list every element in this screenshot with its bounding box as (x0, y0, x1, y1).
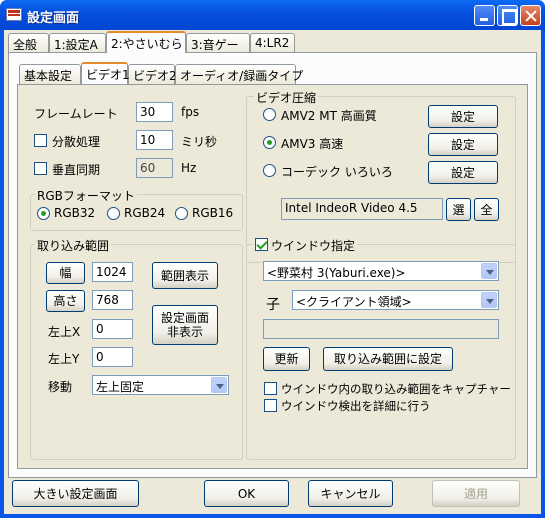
cancel-button[interactable]: キャンセル (308, 480, 393, 507)
update-button[interactable]: 更新 (263, 347, 310, 371)
rgb16-label: RGB16 (192, 206, 234, 220)
dispersion-input[interactable]: 10 (136, 130, 173, 150)
rgb24-radio[interactable] (107, 207, 120, 220)
rgb24-label: RGB24 (124, 206, 166, 220)
video-compress-title: ビデオ圧縮 (254, 89, 319, 106)
codec-all-button[interactable]: 全 (474, 198, 499, 221)
settings-window: 設定画面 全般 1:設定A 2:やさいむら 3:音ゲー 4:LR2 基本設定 ビ… (0, 0, 545, 518)
rgb32-radio[interactable] (37, 207, 50, 220)
show-range-button[interactable]: 範囲表示 (152, 262, 218, 289)
framerate-unit: fps (181, 105, 200, 119)
detail-detect-label: ウインドウ検出を詳細に行う (281, 399, 431, 413)
tab-lr2[interactable]: 4:LR2 (250, 33, 295, 53)
height-input[interactable]: 768 (92, 290, 133, 310)
outer-tab-panel: 基本設定 ビデオ1 ビデオ2 オーディオ/録画タイプ フレームレート 30 fp… (8, 52, 537, 478)
move-label: 移動 (48, 380, 73, 394)
chevron-down-icon[interactable] (211, 377, 227, 393)
chevron-down-icon[interactable] (481, 263, 497, 279)
width-button[interactable]: 幅 (46, 262, 85, 284)
tab-basic[interactable]: 基本設定 (19, 64, 81, 84)
codec-name-field: Intel IndeoR Video 4.5 (281, 198, 443, 220)
window-combo-value: <野菜村 3(Yaburi.exe)> (267, 266, 406, 280)
child-combo[interactable]: <クライアント領域> (292, 290, 499, 310)
left-x-label: 左上X (48, 325, 81, 339)
vsync-checkbox[interactable] (34, 162, 47, 175)
top-tabs: 全般 1:設定A 2:やさいむら 3:音ゲー 4:LR2 (8, 31, 308, 53)
close-button[interactable] (520, 5, 541, 26)
amv2-label: AMV2 MT 高画質 (281, 109, 377, 123)
dispersion-label: 分散処理 (52, 135, 101, 149)
vsync-unit: Hz (181, 161, 197, 175)
codec-setting-button[interactable]: 設定 (428, 161, 498, 184)
vsync-label: 垂直同期 (52, 163, 101, 177)
tab-video1[interactable]: ビデオ1 (81, 62, 130, 84)
hide-settings-line1: 設定画面 (160, 311, 209, 325)
amv2-setting-button[interactable]: 設定 (428, 105, 498, 128)
minimize-button[interactable] (474, 5, 495, 26)
framerate-label: フレームレート (34, 107, 118, 121)
amv3-radio[interactable] (263, 136, 276, 149)
move-combo-value: 左上固定 (96, 380, 145, 394)
framerate-input[interactable]: 30 (136, 102, 173, 122)
set-capture-range-button[interactable]: 取り込み範囲に設定 (323, 347, 453, 371)
hide-settings-button[interactable]: 設定画面 非表示 (152, 305, 218, 345)
detail-detect-checkbox[interactable] (264, 399, 277, 412)
left-x-input[interactable]: 0 (92, 319, 133, 339)
child-label: 子 (266, 297, 280, 313)
capture-inner-label: ウインドウ内の取り込み範囲をキャプチャー (281, 382, 511, 396)
rgb16-radio[interactable] (175, 207, 188, 220)
left-y-input[interactable]: 0 (92, 347, 133, 367)
ok-button[interactable]: OK (204, 480, 289, 507)
amv2-radio[interactable] (263, 108, 276, 121)
height-button[interactable]: 高さ (46, 290, 85, 312)
rgb-format-title: RGBフォーマット (35, 187, 137, 204)
sub-tabs: 基本設定 ビデオ1 ビデオ2 オーディオ/録画タイプ (19, 62, 319, 84)
inner-tab-panel: フレームレート 30 fps 分散処理 10 ミリ秒 垂直同期 60 Hz RG… (17, 84, 528, 469)
capture-range-title: 取り込み範囲 (35, 237, 112, 254)
tab-general[interactable]: 全般 (8, 33, 49, 53)
move-combo[interactable]: 左上固定 (92, 375, 229, 395)
rgb32-label: RGB32 (54, 206, 96, 220)
chevron-down-icon[interactable] (481, 292, 497, 308)
app-icon (6, 8, 22, 21)
client-area: 全般 1:設定A 2:やさいむら 3:音ゲー 4:LR2 基本設定 ビデオ1 ビ… (4, 30, 541, 514)
codec-radio[interactable] (263, 164, 276, 177)
window-combo[interactable]: <野菜村 3(Yaburi.exe)> (263, 261, 499, 281)
tab-setting-a[interactable]: 1:設定A (49, 33, 106, 53)
width-input[interactable]: 1024 (92, 262, 133, 282)
window-spec-checkbox[interactable] (255, 238, 268, 251)
tab-yasaimura[interactable]: 2:やさいむら (106, 31, 186, 53)
child-combo-value: <クライアント領域> (296, 295, 412, 309)
tab-otoge[interactable]: 3:音ゲー (186, 33, 250, 53)
codec-label: コーデック いろいろ (281, 165, 393, 179)
left-y-label: 左上Y (48, 352, 80, 366)
amv3-setting-button[interactable]: 設定 (428, 133, 498, 156)
hide-settings-line2: 非表示 (166, 325, 203, 339)
dispersion-unit: ミリ秒 (181, 135, 218, 149)
amv3-label: AMV3 高速 (281, 137, 344, 151)
tab-video2[interactable]: ビデオ2 (128, 64, 177, 84)
window-title: 設定画面 (27, 11, 80, 26)
codec-select-button[interactable]: 選 (446, 198, 471, 221)
apply-button[interactable]: 適用 (432, 480, 520, 507)
large-settings-button[interactable]: 大きい設定画面 (12, 480, 139, 507)
window-spec-title: ウインドウ指定 (253, 237, 358, 254)
dispersion-checkbox[interactable] (34, 134, 47, 147)
title-bar[interactable]: 設定画面 (0, 0, 545, 30)
capture-inner-checkbox[interactable] (264, 382, 277, 395)
tab-audio-record[interactable]: オーディオ/録画タイプ (175, 64, 303, 84)
window-info-field (263, 319, 499, 339)
maximize-button[interactable] (497, 5, 518, 26)
vsync-input: 60 (136, 158, 173, 178)
